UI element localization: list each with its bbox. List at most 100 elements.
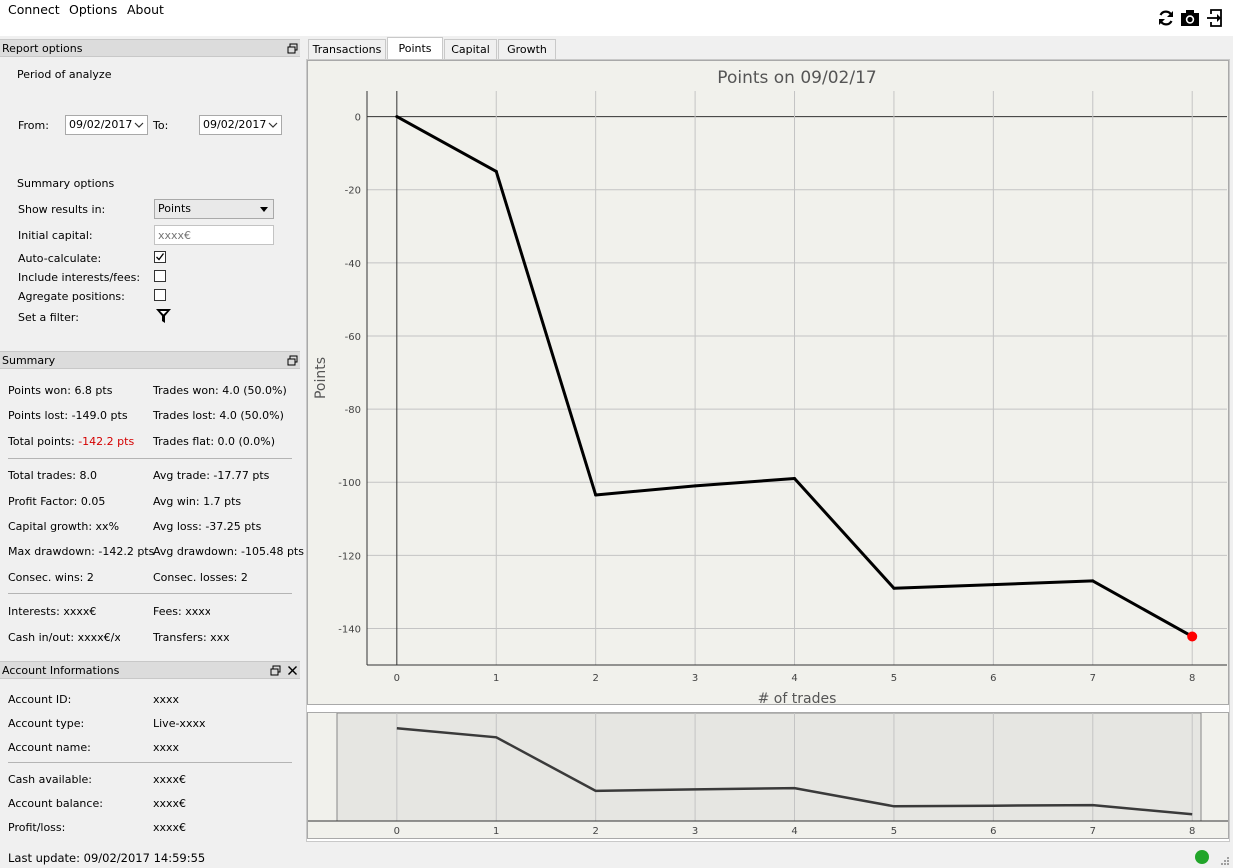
account-name-value: xxxx xyxy=(153,741,180,754)
caret-down-icon xyxy=(260,207,268,212)
account-type-label: Account type: xyxy=(8,717,85,730)
tab-transactions[interactable]: Transactions xyxy=(308,39,386,59)
points-lost: Points lost: -149.0 pts xyxy=(8,409,128,422)
data-point xyxy=(1091,579,1095,583)
overview-x-tick-label: 7 xyxy=(1090,826,1096,837)
total-points-label: Total points: xyxy=(8,435,75,448)
x-tick-label: 6 xyxy=(990,673,996,684)
account-info-title: Account Informations xyxy=(2,664,120,677)
auto-calc-label: Auto-calculate: xyxy=(18,252,102,265)
data-point xyxy=(494,169,498,173)
overview-x-tick-label: 4 xyxy=(791,826,797,837)
from-label: From: xyxy=(18,119,49,132)
points-chart: Points on 09/02/17 0 -20 -40 -60 -80 -100 -120 -… xyxy=(307,60,1229,705)
menu-options[interactable]: Options xyxy=(69,2,117,17)
y-tick-label: -60 xyxy=(345,332,361,343)
y-tick-label: -140 xyxy=(338,624,361,635)
tab-points[interactable]: Points xyxy=(387,37,443,60)
resize-grip-icon[interactable] xyxy=(1220,856,1230,866)
profit-loss-value: xxxx€ xyxy=(153,821,187,834)
account-balance-value: xxxx€ xyxy=(153,797,187,810)
camera-icon[interactable] xyxy=(1180,8,1200,28)
initial-capital-input[interactable] xyxy=(154,225,274,245)
from-date-picker[interactable]: 09/02/2017 xyxy=(65,115,148,135)
avg-loss: Avg loss: -37.25 pts xyxy=(153,520,262,533)
cash-available-value: xxxx€ xyxy=(153,773,187,786)
x-tick-label: 7 xyxy=(1090,673,1096,684)
chevron-down-icon xyxy=(268,122,278,128)
y-tick-label: -40 xyxy=(345,259,361,270)
filter-icon[interactable] xyxy=(155,308,172,325)
y-tick-label: -20 xyxy=(345,186,361,197)
connection-status-indicator xyxy=(1195,850,1209,864)
show-results-label: Show results in: xyxy=(18,203,106,216)
overview-x-tick-label: 3 xyxy=(692,826,698,837)
data-point xyxy=(395,115,399,119)
show-results-value: Points xyxy=(158,202,192,215)
menu-connect[interactable]: Connect xyxy=(8,2,60,17)
tab-growth[interactable]: Growth xyxy=(498,39,556,59)
consec-losses: Consec. losses: 2 xyxy=(153,571,248,584)
include-fees-label: Include interests/fees: xyxy=(18,271,141,284)
period-label: Period of analyze xyxy=(17,68,112,81)
aggregate-label: Agregate positions: xyxy=(18,290,125,303)
overview-x-tick-label: 8 xyxy=(1189,826,1195,837)
float-panel-icon[interactable] xyxy=(287,43,298,54)
report-options-header: Report options xyxy=(0,39,300,57)
consec-wins: Consec. wins: 2 xyxy=(8,571,94,584)
last-update: Last update: 09/02/2017 14:59:55 xyxy=(8,851,206,865)
data-point xyxy=(793,477,797,481)
overview-x-tick-label: 6 xyxy=(990,826,996,837)
to-date-value: 09/02/2017 xyxy=(203,118,267,131)
y-tick-label: -120 xyxy=(338,551,361,562)
account-id-value: xxxx xyxy=(153,693,180,706)
last-point-marker xyxy=(1187,631,1198,642)
overview-x-tick-label: 2 xyxy=(592,826,598,837)
account-balance-label: Account balance: xyxy=(8,797,103,810)
total-points-value: -142.2 pts xyxy=(78,435,135,448)
overview-chart-svg: 0 1 2 3 4 5 6 7 8 xyxy=(308,713,1228,837)
y-tick-label: -100 xyxy=(338,478,361,489)
y-axis-label: Points xyxy=(313,357,329,399)
auto-calc-checkbox[interactable] xyxy=(154,251,166,263)
close-icon[interactable] xyxy=(287,665,298,676)
max-drawdown: Max drawdown: -142.2 pts xyxy=(8,545,155,558)
cash-in-out: Cash in/out: xxxx€/xxxx€ xyxy=(8,631,120,644)
checkmark-icon xyxy=(156,253,165,261)
summary-title: Summary xyxy=(2,354,56,367)
overview-x-tick-label: 0 xyxy=(394,826,400,837)
total-points: Total points: -142.2 pts xyxy=(8,435,134,448)
x-tick-label: 8 xyxy=(1189,673,1195,684)
to-date-picker[interactable]: 09/02/2017 xyxy=(199,115,282,135)
filter-label: Set a filter: xyxy=(18,311,79,324)
include-fees-checkbox[interactable] xyxy=(154,270,166,282)
refresh-icon[interactable] xyxy=(1156,8,1176,28)
float-panel-icon[interactable] xyxy=(270,665,281,676)
total-trades: Total trades: 8.0 xyxy=(8,469,97,482)
divider xyxy=(8,762,292,763)
float-panel-icon[interactable] xyxy=(287,355,298,366)
account-name-label: Account name: xyxy=(8,741,91,754)
menu-about[interactable]: About xyxy=(127,2,164,17)
initial-capital-label: Initial capital: xyxy=(18,229,93,242)
x-tick-label: 3 xyxy=(692,673,698,684)
avg-trade: Avg trade: -17.77 pts xyxy=(153,469,270,482)
divider xyxy=(8,593,292,594)
account-id-label: Account ID: xyxy=(8,693,72,706)
account-type-value: Live-xxxx xyxy=(153,717,206,730)
from-date-value: 09/02/2017 xyxy=(69,118,133,131)
tab-capital[interactable]: Capital xyxy=(444,39,497,59)
interests: Interests: xxxx€ xyxy=(8,605,97,618)
summary-header: Summary xyxy=(0,351,300,369)
export-icon[interactable] xyxy=(1205,8,1225,28)
y-tick-label: -80 xyxy=(345,405,361,416)
trades-flat: Trades flat: 0.0 (0.0%) xyxy=(153,435,276,448)
capital-growth: Capital growth: xx% xyxy=(8,520,120,533)
show-results-select[interactable]: Points xyxy=(154,199,274,219)
points-won: Points won: 6.8 pts xyxy=(8,384,113,397)
data-point xyxy=(693,484,697,488)
overview-chart: 0 1 2 3 4 5 6 7 8 xyxy=(307,712,1229,839)
to-label: To: xyxy=(153,119,169,132)
report-options-title: Report options xyxy=(2,42,83,55)
aggregate-checkbox[interactable] xyxy=(154,289,166,301)
